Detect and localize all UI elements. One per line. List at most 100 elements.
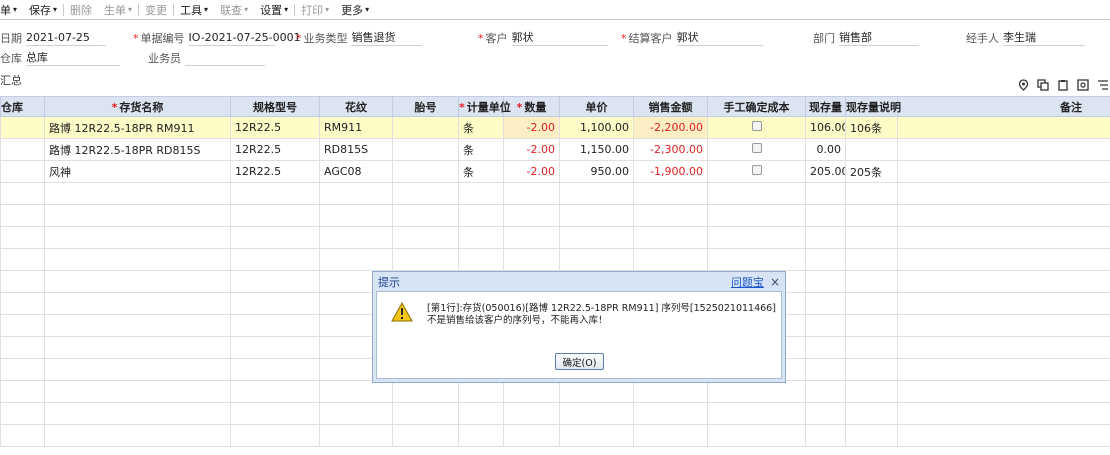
cell-pattern[interactable] [319,226,393,249]
cell-price[interactable] [559,402,634,425]
col-header-manual-cost[interactable]: 手工确定成本 [707,96,806,117]
cell-item-name[interactable] [44,248,231,271]
cell-stock[interactable] [805,248,846,271]
cell-price[interactable] [559,248,634,271]
cell-stock-note[interactable] [845,248,898,271]
cell-stock[interactable] [805,314,846,337]
cell-stock-note[interactable] [845,424,898,447]
cell-item-name[interactable] [44,402,231,425]
cell-item-name[interactable] [44,226,231,249]
cell-remark[interactable] [897,292,1110,315]
filter-icon[interactable] [1096,78,1110,92]
cell-unit[interactable] [458,402,504,425]
cell-warehouse[interactable] [0,270,45,293]
cell-pattern[interactable] [319,424,393,447]
table-row[interactable]: 风神 12R22.5 AGC08 条 -2.00 950.00 -1,900.00 205.0… [0,160,1110,183]
biztype-input[interactable]: 销售退货 [351,30,422,46]
cell-unit[interactable] [458,204,504,227]
cell-manual-cost[interactable] [707,248,806,271]
ok-button[interactable]: 确定(O) [555,353,604,370]
cell-spec[interactable] [230,380,320,403]
toolbar-item-9[interactable]: 更多 ▾ [335,0,375,20]
cell-price[interactable] [559,204,634,227]
cell-unit[interactable] [458,182,504,205]
col-header-pattern[interactable]: 花纹 [319,96,393,117]
settle-customer-field[interactable]: 结算客户 郭状 [621,30,763,46]
cell-stock-note[interactable] [845,336,898,359]
date-input[interactable]: 2021-07-25 [26,30,106,46]
cell-manual-cost[interactable] [707,160,806,183]
cell-item-name[interactable] [44,182,231,205]
cell-stock-note[interactable] [845,314,898,337]
salesman-input[interactable] [185,50,265,66]
cell-spec[interactable] [230,270,320,293]
copy-rows-icon[interactable] [1036,78,1050,92]
dialog-titlebar[interactable]: 提示 问题宝 × [376,275,782,289]
cell-price[interactable] [559,380,634,403]
cell-stock[interactable] [805,424,846,447]
cell-unit[interactable] [458,424,504,447]
cell-amount[interactable] [633,182,708,205]
table-row[interactable]: 路博 12R22.5-18PR RD815S 12R22.5 RD815S 条 -2.0… [0,138,1110,161]
cell-stock-note[interactable] [845,402,898,425]
cell-item-name[interactable] [44,358,231,381]
cell-qty[interactable] [503,380,560,403]
cell-unit[interactable]: 条 [458,116,504,139]
cell-tire-no[interactable] [392,160,459,183]
cell-qty[interactable]: -2.00 [503,116,560,139]
toolbar-item-1[interactable]: 保存 ▾ [23,0,63,20]
cell-remark[interactable] [897,204,1110,227]
cell-remark[interactable] [897,358,1110,381]
paste-icon[interactable] [1056,78,1070,92]
cell-amount[interactable] [633,424,708,447]
cell-spec[interactable] [230,292,320,315]
cell-amount[interactable]: -2,300.00 [633,138,708,161]
dept-input[interactable]: 销售部 [839,30,919,46]
cell-stock-note[interactable]: 205条 [845,160,898,183]
cell-item-name[interactable]: 路博 12R22.5-18PR RM911 [44,116,231,139]
cell-qty[interactable] [503,182,560,205]
col-header-spec[interactable]: 规格型号 [230,96,320,117]
cell-unit[interactable]: 条 [458,138,504,161]
cell-spec[interactable] [230,226,320,249]
cell-item-name[interactable] [44,204,231,227]
cell-price[interactable]: 1,100.00 [559,116,634,139]
cell-amount[interactable]: -1,900.00 [633,160,708,183]
cell-manual-cost[interactable] [707,116,806,139]
toolbar-item-5[interactable]: 工具 ▾ [174,0,214,20]
cell-stock[interactable] [805,358,846,381]
cell-warehouse[interactable] [0,336,45,359]
cell-stock[interactable]: 0.00 [805,138,846,161]
cell-warehouse[interactable] [0,182,45,205]
manual-cost-checkbox[interactable] [751,121,762,131]
cell-price[interactable] [559,226,634,249]
cell-amount[interactable] [633,248,708,271]
warehouse-field[interactable]: 仓库 总库 [0,50,120,66]
cell-item-name[interactable] [44,424,231,447]
cell-spec[interactable] [230,248,320,271]
cell-stock[interactable]: 106.00 [805,116,846,139]
cell-stock[interactable] [805,226,846,249]
cell-spec[interactable]: 12R22.5 [230,116,320,139]
help-link[interactable]: 问题宝 [731,274,764,290]
cell-remark[interactable] [897,314,1110,337]
cell-warehouse[interactable] [0,314,45,337]
customer-field[interactable]: 客户 郭状 [478,30,608,46]
cell-warehouse[interactable] [0,248,45,271]
cell-warehouse[interactable] [0,380,45,403]
cell-stock[interactable] [805,182,846,205]
cell-stock[interactable] [805,292,846,315]
cell-item-name[interactable] [44,270,231,293]
cell-stock[interactable] [805,402,846,425]
cell-stock-note[interactable] [845,292,898,315]
cell-stock[interactable] [805,336,846,359]
cell-price[interactable] [559,424,634,447]
location-pin-icon[interactable] [1016,78,1030,92]
toolbar-item-4[interactable]: 变更 [139,0,173,20]
summary-label[interactable]: 汇总 [0,72,22,88]
close-icon[interactable]: × [770,275,780,289]
customer-input[interactable]: 郭状 [511,30,608,46]
docno-field[interactable]: 单据编号 IO-2021-07-25-0001 [133,30,301,46]
cell-tire-no[interactable] [392,138,459,161]
cell-qty[interactable] [503,402,560,425]
